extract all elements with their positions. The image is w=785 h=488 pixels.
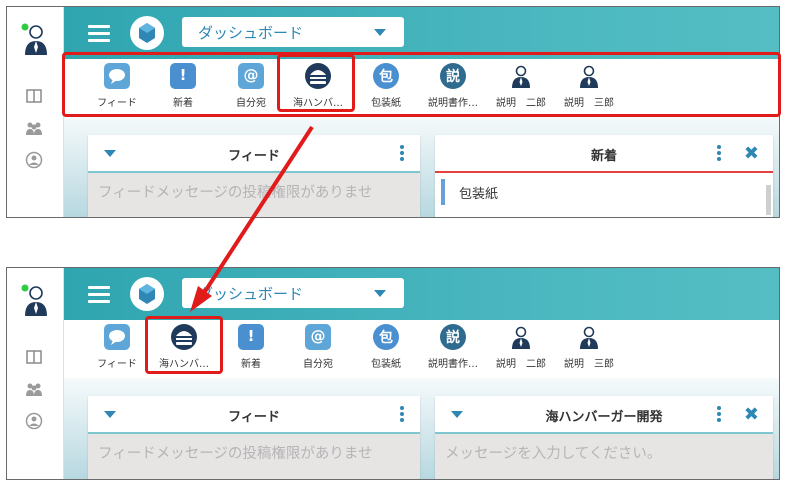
card-news: 新着 ✖ 包装紙: [435, 135, 773, 217]
app-logo: [130, 16, 164, 50]
card-title: 新着: [590, 149, 617, 164]
profile-icon[interactable]: [25, 412, 43, 430]
toolbar-item-news[interactable]: ! 新着: [148, 63, 218, 109]
toolbar-item-user-jiro[interactable]: 説明 二郎: [486, 324, 556, 370]
main-area: ダッシュボード フィード 海ハンバ… ! 新着 @ 自分宛 包 包装紙 説 説明…: [64, 268, 779, 479]
close-icon[interactable]: ✖: [744, 143, 759, 164]
kebab-menu-icon[interactable]: [717, 406, 721, 424]
scrollbar[interactable]: [766, 185, 771, 215]
group-icon[interactable]: [25, 380, 43, 398]
news-item[interactable]: 包装紙: [441, 179, 763, 205]
user-suit-icon: [508, 324, 534, 350]
group-icon[interactable]: [25, 119, 43, 137]
hamburger-icon: [305, 63, 331, 89]
chevron-down-icon: [374, 29, 386, 36]
kanji-setsu-icon: 説: [440, 324, 466, 350]
screenshot-after: ダッシュボード フィード 海ハンバ… ! 新着 @ 自分宛 包 包装紙 説 説明…: [6, 267, 780, 480]
main-area: ダッシュボード フィード ! 新着 @ 自分宛 海ハンバ… 包 包装紙 説 説明…: [64, 7, 779, 217]
toolbar-item-feed[interactable]: フィード: [82, 63, 152, 109]
toolbar-item-user-saburo[interactable]: 説明 三郎: [554, 63, 624, 109]
close-icon[interactable]: ✖: [744, 404, 759, 425]
feed-message-input[interactable]: フィードメッセージの投稿権限がありませ: [88, 173, 420, 217]
left-rail: [7, 7, 64, 217]
toolbar-item-mentions[interactable]: @ 自分宛: [216, 63, 286, 109]
at-icon: @: [305, 324, 331, 350]
toolbar-item-mentions[interactable]: @ 自分宛: [283, 324, 353, 370]
kanji-bao-icon: 包: [373, 324, 399, 350]
user-suit-icon: [508, 63, 534, 89]
menu-icon[interactable]: [88, 25, 110, 42]
user-avatar-icon[interactable]: [21, 21, 49, 57]
chat-icon: [104, 63, 130, 89]
toolbar-item-manual[interactable]: 説 説明書作…: [418, 324, 488, 370]
card-title: フィード: [228, 149, 280, 164]
dashboard-select-label: ダッシュボード: [198, 24, 304, 42]
kebab-menu-icon[interactable]: [400, 145, 404, 163]
hamburger-icon: [171, 324, 197, 350]
feed-message-input[interactable]: フィードメッセージの投稿権限がありませ: [88, 434, 420, 479]
app-logo: [130, 277, 164, 311]
channel-toolbar: フィード 海ハンバ… ! 新着 @ 自分宛 包 包装紙 説 説明書作… 説明 二…: [64, 320, 779, 378]
exclamation-icon: !: [170, 63, 196, 89]
app-header: ダッシュボード: [64, 268, 779, 320]
profile-icon[interactable]: [25, 151, 43, 169]
card-title: フィード: [228, 410, 280, 425]
toolbar-item-hamburger[interactable]: 海ハンバ…: [149, 324, 219, 370]
card-hamburger: 海ハンバーガー開発 ✖ メッセージを入力してください。: [435, 396, 773, 479]
chevron-down-icon: [374, 290, 386, 297]
message-input[interactable]: メッセージを入力してください。: [435, 434, 773, 479]
user-suit-icon: [576, 63, 602, 89]
app-header: ダッシュボード: [64, 7, 779, 59]
toolbar-item-user-saburo[interactable]: 説明 三郎: [554, 324, 624, 370]
card-title: 海ハンバーガー開発: [545, 410, 663, 425]
left-rail: [7, 268, 64, 479]
dashboard-select[interactable]: ダッシュボード: [182, 278, 404, 308]
toolbar-item-news[interactable]: ! 新着: [216, 324, 286, 370]
dashboard-select-label: ダッシュボード: [198, 285, 304, 303]
user-suit-icon: [576, 324, 602, 350]
card-feed: フィード フィードメッセージの投稿権限がありませ: [88, 396, 420, 479]
at-icon: @: [238, 63, 264, 89]
chat-icon: [104, 324, 130, 350]
columns-icon[interactable]: [25, 348, 43, 366]
kanji-setsu-icon: 説: [440, 63, 466, 89]
columns-icon[interactable]: [25, 87, 43, 105]
card-feed: フィード フィードメッセージの投稿権限がありませ: [88, 135, 420, 217]
toolbar-item-wrapping[interactable]: 包 包装紙: [351, 63, 421, 109]
dashboard-select[interactable]: ダッシュボード: [182, 17, 404, 47]
menu-icon[interactable]: [88, 286, 110, 303]
toolbar-item-manual[interactable]: 説 説明書作…: [418, 63, 488, 109]
channel-toolbar: フィード ! 新着 @ 自分宛 海ハンバ… 包 包装紙 説 説明書作… 説明 二…: [64, 59, 779, 117]
toolbar-item-hamburger[interactable]: 海ハンバ…: [283, 63, 353, 109]
kanji-bao-icon: 包: [373, 63, 399, 89]
exclamation-icon: !: [238, 324, 264, 350]
toolbar-item-wrapping[interactable]: 包 包装紙: [351, 324, 421, 370]
kebab-menu-icon[interactable]: [717, 145, 721, 163]
screenshot-before: ダッシュボード フィード ! 新着 @ 自分宛 海ハンバ… 包 包装紙 説 説明…: [6, 6, 780, 218]
user-avatar-icon[interactable]: [21, 282, 49, 318]
toolbar-item-feed[interactable]: フィード: [82, 324, 152, 370]
toolbar-item-user-jiro[interactable]: 説明 二郎: [486, 63, 556, 109]
kebab-menu-icon[interactable]: [400, 406, 404, 424]
